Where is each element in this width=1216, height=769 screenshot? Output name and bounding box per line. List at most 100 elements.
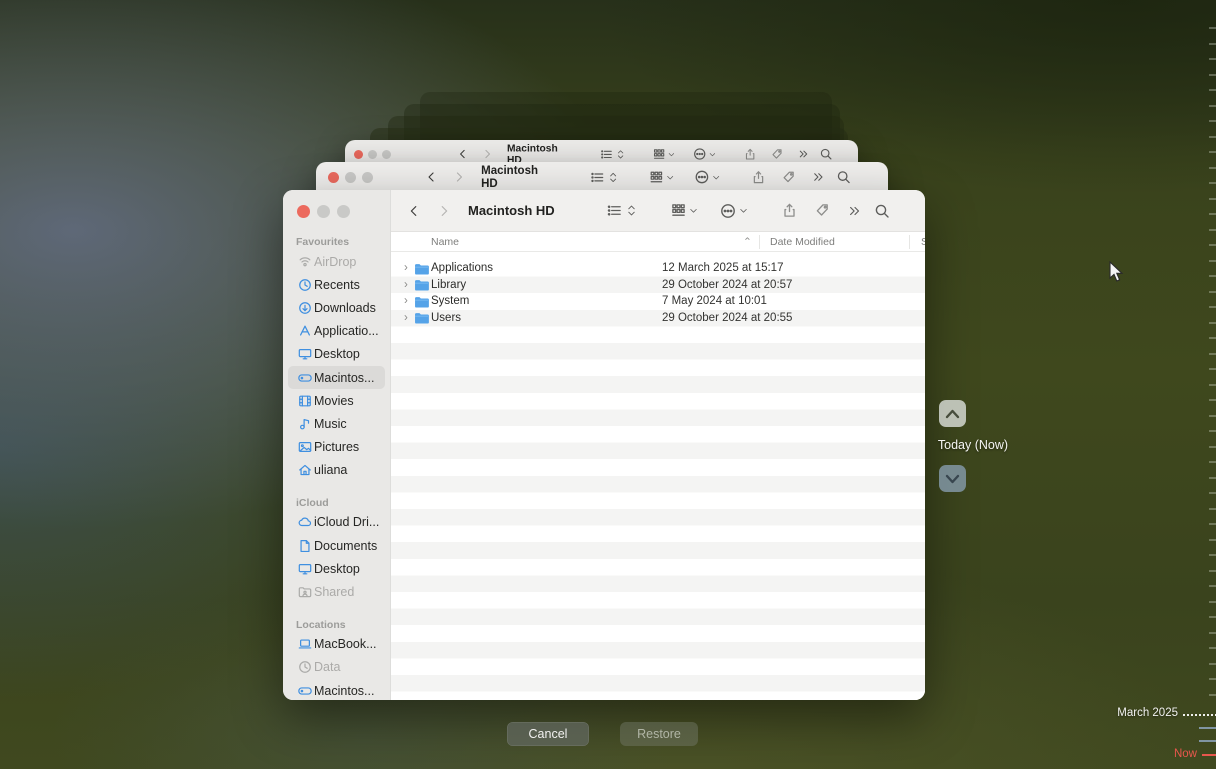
- timeline-tick[interactable]: [1209, 585, 1216, 587]
- timeline-tick-march[interactable]: [1183, 714, 1216, 716]
- back-button[interactable]: [425, 171, 438, 184]
- timeline-tick[interactable]: [1209, 415, 1216, 417]
- tag-icon[interactable]: [815, 203, 830, 218]
- timeline-tick[interactable]: [1199, 740, 1216, 742]
- file-row-users[interactable]: ›Users29 October 2024 at 20:55--Folder: [391, 310, 925, 327]
- timeline-tick[interactable]: [1209, 244, 1216, 246]
- timeline-tick[interactable]: [1209, 601, 1216, 603]
- list-view-icon[interactable]: [600, 148, 612, 160]
- timeline-tick[interactable]: [1209, 27, 1216, 29]
- chevron-down-icon[interactable]: [709, 150, 716, 157]
- timeline-tick[interactable]: [1209, 694, 1216, 696]
- timeline-tick[interactable]: [1209, 647, 1216, 649]
- tag-icon[interactable]: [771, 148, 783, 160]
- timeline-forward-button[interactable]: [939, 465, 966, 492]
- sidebar-item-macintos[interactable]: Macintos...: [288, 679, 385, 700]
- file-row-library[interactable]: ›Library29 October 2024 at 20:57--Folder: [391, 277, 925, 294]
- disclosure-triangle-icon[interactable]: ›: [404, 312, 408, 324]
- sidebar-item-music[interactable]: Music: [288, 412, 385, 435]
- search-icon[interactable]: [819, 147, 832, 160]
- close-button[interactable]: [328, 172, 339, 183]
- timeline-tick[interactable]: [1199, 727, 1216, 729]
- column-header-date[interactable]: Date Modified: [770, 232, 835, 252]
- timeline-tick[interactable]: [1209, 89, 1216, 91]
- timeline-tick[interactable]: [1209, 105, 1216, 107]
- sort-control-icon[interactable]: [608, 170, 618, 184]
- chevron-down-icon[interactable]: [666, 173, 674, 181]
- forward-button[interactable]: [437, 204, 451, 218]
- sidebar-item-macintos[interactable]: Macintos...: [288, 366, 385, 389]
- sidebar-item-documents[interactable]: Documents: [288, 534, 385, 557]
- list-view-icon[interactable]: [607, 203, 622, 218]
- timeline-tick[interactable]: [1209, 523, 1216, 525]
- timeline-tick[interactable]: [1209, 539, 1216, 541]
- sidebar-item-macbook[interactable]: MacBook...: [288, 633, 385, 656]
- chevron-down-icon[interactable]: [739, 206, 748, 215]
- timeline-tick[interactable]: [1209, 136, 1216, 138]
- group-view-icon[interactable]: [671, 203, 686, 218]
- timeline-tick[interactable]: [1209, 368, 1216, 370]
- sidebar-item-desktop[interactable]: Desktop: [288, 557, 385, 580]
- timeline-tick[interactable]: [1209, 151, 1216, 153]
- sidebar-item-recents[interactable]: Recents: [288, 273, 385, 296]
- finder-window-front[interactable]: FavouritesAirDropRecentsDownloadsApplica…: [283, 190, 925, 700]
- minimize-button[interactable]: [345, 172, 356, 183]
- toolbar-overflow-icon[interactable]: [812, 171, 825, 184]
- forward-button[interactable]: [482, 148, 493, 159]
- forward-button[interactable]: [453, 171, 466, 184]
- timeline-tick[interactable]: [1209, 198, 1216, 200]
- column-header-name[interactable]: Name: [431, 232, 459, 252]
- minimize-button[interactable]: [317, 205, 330, 218]
- restore-button[interactable]: Restore: [620, 722, 698, 746]
- back-button[interactable]: [457, 148, 468, 159]
- group-view-icon[interactable]: [649, 170, 663, 184]
- back-button[interactable]: [407, 204, 421, 218]
- timeline-tick[interactable]: [1209, 461, 1216, 463]
- timeline-back-button[interactable]: [939, 400, 966, 427]
- timeline-tick[interactable]: [1209, 229, 1216, 231]
- timeline-tick[interactable]: [1209, 43, 1216, 45]
- tag-icon[interactable]: [782, 170, 796, 184]
- timeline-tick[interactable]: [1209, 306, 1216, 308]
- close-button[interactable]: [297, 205, 310, 218]
- sort-control-icon[interactable]: [616, 148, 625, 160]
- timeline-tick[interactable]: [1209, 616, 1216, 618]
- disclosure-triangle-icon[interactable]: ›: [404, 262, 408, 274]
- group-view-icon[interactable]: [653, 148, 665, 160]
- sort-control-icon[interactable]: [626, 203, 637, 218]
- sidebar-item-data[interactable]: Data: [288, 656, 385, 679]
- timeline-tick[interactable]: [1209, 213, 1216, 215]
- timeline-tick[interactable]: [1209, 477, 1216, 479]
- timeline-tick[interactable]: [1209, 167, 1216, 169]
- close-button[interactable]: [354, 150, 363, 159]
- timeline-tick[interactable]: [1209, 337, 1216, 339]
- chevron-down-icon[interactable]: [689, 206, 698, 215]
- sidebar-item-desktop[interactable]: Desktop: [288, 343, 385, 366]
- toolbar-overflow-icon[interactable]: [848, 204, 862, 218]
- sidebar-item-uliana[interactable]: uliana: [288, 459, 385, 482]
- search-icon[interactable]: [874, 203, 890, 219]
- timeline-tick[interactable]: [1209, 74, 1216, 76]
- toolbar-overflow-icon[interactable]: [798, 148, 809, 159]
- timeline-tick-now[interactable]: [1202, 754, 1216, 756]
- share-icon[interactable]: [744, 148, 756, 160]
- sidebar-item-pictures[interactable]: Pictures: [288, 436, 385, 459]
- sidebar-item-shared[interactable]: Shared: [288, 580, 385, 603]
- chevron-down-icon[interactable]: [668, 150, 675, 157]
- chevron-down-icon[interactable]: [712, 173, 720, 181]
- timeline-tick[interactable]: [1209, 384, 1216, 386]
- column-divider[interactable]: [909, 235, 910, 249]
- timeline-tick[interactable]: [1209, 182, 1216, 184]
- timeline-tick[interactable]: [1209, 663, 1216, 665]
- sidebar-item-downloads[interactable]: Downloads: [288, 296, 385, 319]
- timeline-tick[interactable]: [1209, 492, 1216, 494]
- minimize-button[interactable]: [368, 150, 377, 159]
- cancel-button[interactable]: Cancel: [507, 722, 589, 746]
- column-header-size[interactable]: Size: [921, 232, 925, 252]
- list-view-icon[interactable]: [591, 170, 605, 184]
- sidebar-item-icloud-dri[interactable]: iCloud Dri...: [288, 511, 385, 534]
- zoom-button[interactable]: [337, 205, 350, 218]
- column-divider[interactable]: [759, 235, 760, 249]
- timeline-tick[interactable]: [1209, 275, 1216, 277]
- share-icon[interactable]: [782, 203, 797, 218]
